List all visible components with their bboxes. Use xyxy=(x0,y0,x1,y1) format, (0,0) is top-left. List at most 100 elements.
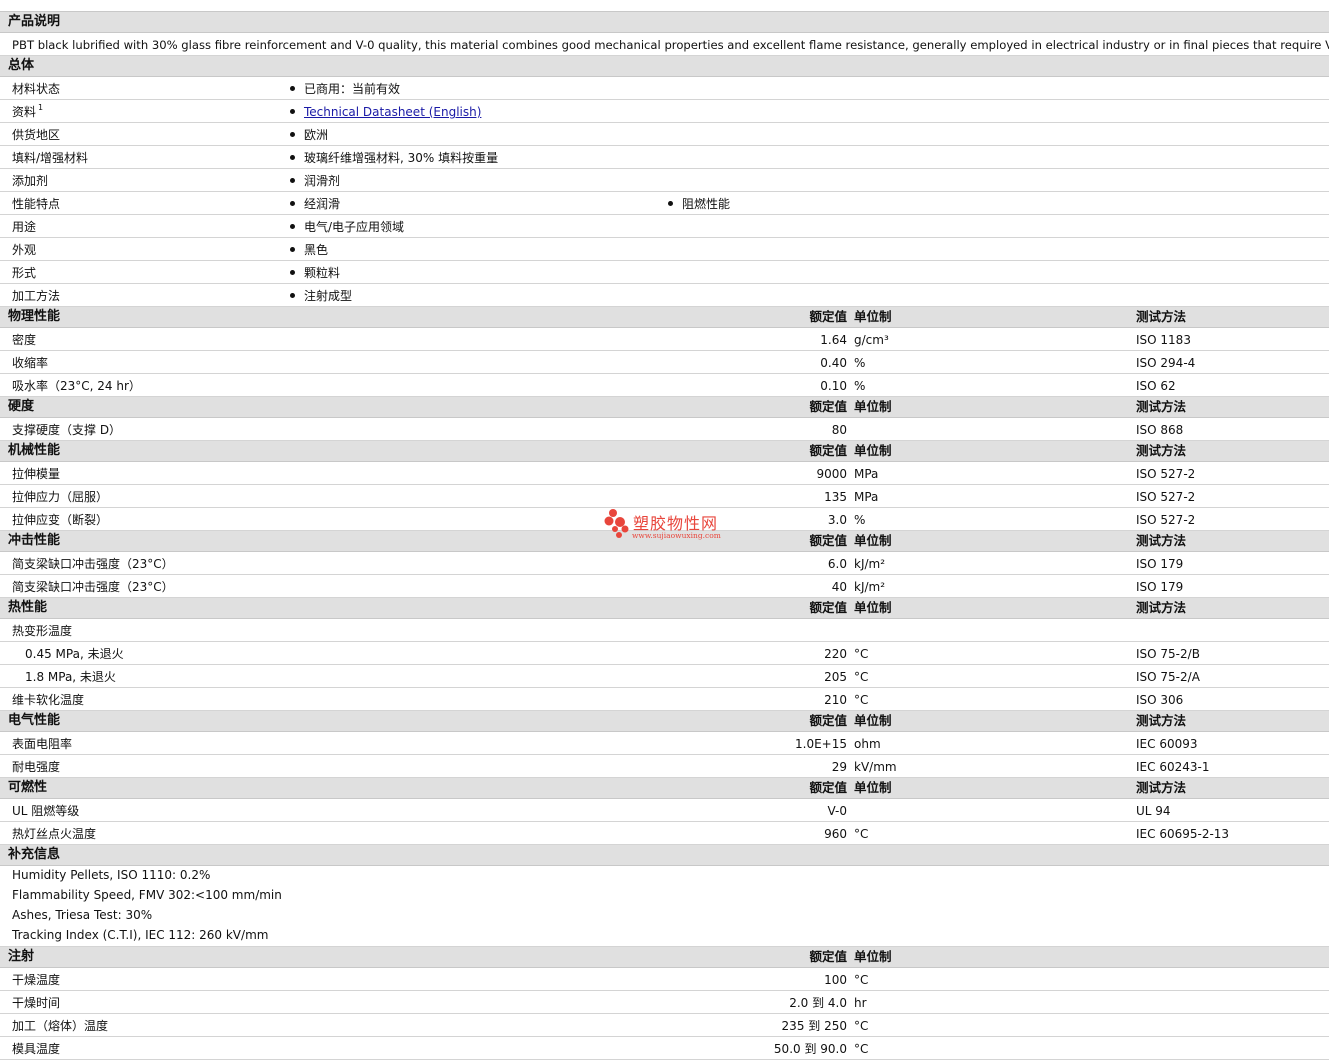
column-header-method: 测试方法 xyxy=(1136,600,1187,615)
general-row: 供货地区 欧洲 xyxy=(0,123,1329,146)
property-value: 100 xyxy=(824,973,847,987)
property-value: 1.64 xyxy=(820,333,847,347)
datasheet-link[interactable]: Technical Datasheet (English) xyxy=(304,105,481,119)
property-unit: °C xyxy=(854,973,869,987)
row-label: 外观 xyxy=(12,238,36,262)
property-unit: ohm xyxy=(854,737,881,751)
property-label: 支撑硬度（支撑 D） xyxy=(12,423,122,437)
bullet-item: 已商用：当前有效 xyxy=(290,77,400,101)
description-text: PBT black lubrified with 30% glass fibre… xyxy=(12,38,1329,52)
property-row: 干燥温度 100 °C xyxy=(0,968,1329,991)
general-row: 添加剂 润滑剂 xyxy=(0,169,1329,192)
section-title: 机械性能 xyxy=(8,443,61,458)
property-row: 拉伸模量 9000 MPa ISO 527-2 xyxy=(0,462,1329,485)
column-header-method: 测试方法 xyxy=(1136,780,1187,795)
column-header-method: 测试方法 xyxy=(1136,309,1187,324)
property-unit: °C xyxy=(854,693,869,707)
test-method: ISO 75-2/B xyxy=(1136,647,1200,661)
test-method: ISO 179 xyxy=(1136,557,1184,571)
property-row: 0.45 MPa, 未退火 220 °C ISO 75-2/B xyxy=(0,642,1329,665)
column-header-unit: 单位制 xyxy=(854,443,892,458)
column-header-method: 测试方法 xyxy=(1136,533,1187,548)
test-method: ISO 306 xyxy=(1136,693,1184,707)
property-label: 1.8 MPa, 未退火 xyxy=(25,670,116,684)
property-row: 简支梁缺口冲击强度（23°C） 6.0 kJ/m² ISO 179 xyxy=(0,552,1329,575)
supplementary-line: Flammability Speed, FMV 302:<100 mm/min xyxy=(12,888,282,902)
bullet-item: 颗粒料 xyxy=(290,261,340,285)
property-value: 220 xyxy=(824,647,847,661)
general-row: 资料 1 Technical Datasheet (English) xyxy=(0,100,1329,123)
section-header-general: 总体 xyxy=(0,56,1329,77)
property-unit: kV/mm xyxy=(854,760,897,774)
bullet-icon xyxy=(668,201,673,206)
bullet-item: 阻燃性能 xyxy=(668,192,730,216)
property-value: 9000 xyxy=(816,467,847,481)
property-unit: °C xyxy=(854,1019,869,1033)
bullet-icon xyxy=(290,178,295,183)
property-value: 210 xyxy=(824,693,847,707)
bullet-item: 注射成型 xyxy=(290,284,352,308)
property-label: 表面电阻率 xyxy=(12,737,73,751)
property-unit: hr xyxy=(854,996,867,1010)
property-value: 50.0 到 90.0 xyxy=(773,1042,847,1056)
column-header-value: 额定值 xyxy=(809,399,847,414)
property-unit: °C xyxy=(854,670,869,684)
bullet-icon xyxy=(290,247,295,252)
property-value: V-0 xyxy=(827,804,847,818)
column-header-method: 测试方法 xyxy=(1136,713,1187,728)
property-unit: kJ/m² xyxy=(854,557,886,571)
property-row: 密度 1.64 g/cm³ ISO 1183 xyxy=(0,328,1329,351)
general-row: 外观 黑色 xyxy=(0,238,1329,261)
column-header-unit: 单位制 xyxy=(854,713,892,728)
row-label-text: 供货地区 xyxy=(12,128,61,142)
column-header-value: 额定值 xyxy=(809,443,847,458)
property-row: 1.8 MPa, 未退火 205 °C ISO 75-2/A xyxy=(0,665,1329,688)
property-row: 模具温度 50.0 到 90.0 °C xyxy=(0,1037,1329,1060)
row-label: 用途 xyxy=(12,215,36,239)
property-value: 0.40 xyxy=(820,356,847,370)
property-value: 205 xyxy=(824,670,847,684)
bullet-icon xyxy=(290,270,295,275)
property-label: 拉伸应变（断裂） xyxy=(12,513,109,527)
section-header-physical: 物理性能 额定值 单位制 测试方法 xyxy=(0,307,1329,328)
bullet-icon xyxy=(290,201,295,206)
bullet-text: 颗粒料 xyxy=(304,266,341,280)
column-header-value: 额定值 xyxy=(809,309,847,324)
property-unit: % xyxy=(854,379,866,393)
property-label: 加工（熔体）温度 xyxy=(12,1019,109,1033)
test-method: ISO 75-2/A xyxy=(1136,670,1200,684)
row-label-text: 资料 xyxy=(12,105,37,119)
bullet-icon xyxy=(290,109,295,114)
general-row: 材料状态 已商用：当前有效 xyxy=(0,77,1329,100)
section-title: 总体 xyxy=(8,58,35,73)
general-row: 用途 电气/电子应用领域 xyxy=(0,215,1329,238)
test-method: ISO 868 xyxy=(1136,423,1184,437)
row-label: 添加剂 xyxy=(12,169,48,193)
section-header-thermal: 热性能 额定值 单位制 测试方法 xyxy=(0,598,1329,619)
section-header-electrical: 电气性能 额定值 单位制 测试方法 xyxy=(0,711,1329,732)
general-row: 填料/增强材料 玻璃纤维增强材料, 30% 填料按重量 xyxy=(0,146,1329,169)
bullet-text: 润滑剂 xyxy=(304,174,341,188)
molecule-logo-icon xyxy=(604,509,629,538)
property-unit: kJ/m² xyxy=(854,580,886,594)
row-label-text: 添加剂 xyxy=(12,174,49,188)
column-header-value: 额定值 xyxy=(809,600,847,615)
property-group-row: 热变形温度 xyxy=(0,619,1329,642)
bullet-icon xyxy=(290,155,295,160)
column-header-value: 额定值 xyxy=(809,949,847,964)
section-title: 注射 xyxy=(8,949,35,964)
section-title: 补充信息 xyxy=(8,847,61,862)
column-header-unit: 单位制 xyxy=(854,309,892,324)
column-header-value: 额定值 xyxy=(809,533,847,548)
bullet-icon xyxy=(290,224,295,229)
property-label: 吸水率（23°C, 24 hr） xyxy=(12,379,141,393)
property-label: 拉伸模量 xyxy=(12,467,61,481)
property-row: 维卡软化温度 210 °C ISO 306 xyxy=(0,688,1329,711)
row-label-text: 性能特点 xyxy=(12,197,61,211)
column-header-unit: 单位制 xyxy=(854,399,892,414)
property-value: 29 xyxy=(831,760,847,774)
section-header-mechanical: 机械性能 额定值 单位制 测试方法 xyxy=(0,441,1329,462)
property-unit: MPa xyxy=(854,467,879,481)
property-label: 简支梁缺口冲击强度（23°C） xyxy=(12,580,174,594)
property-row: UL 阻燃等级 V-0 UL 94 xyxy=(0,799,1329,822)
